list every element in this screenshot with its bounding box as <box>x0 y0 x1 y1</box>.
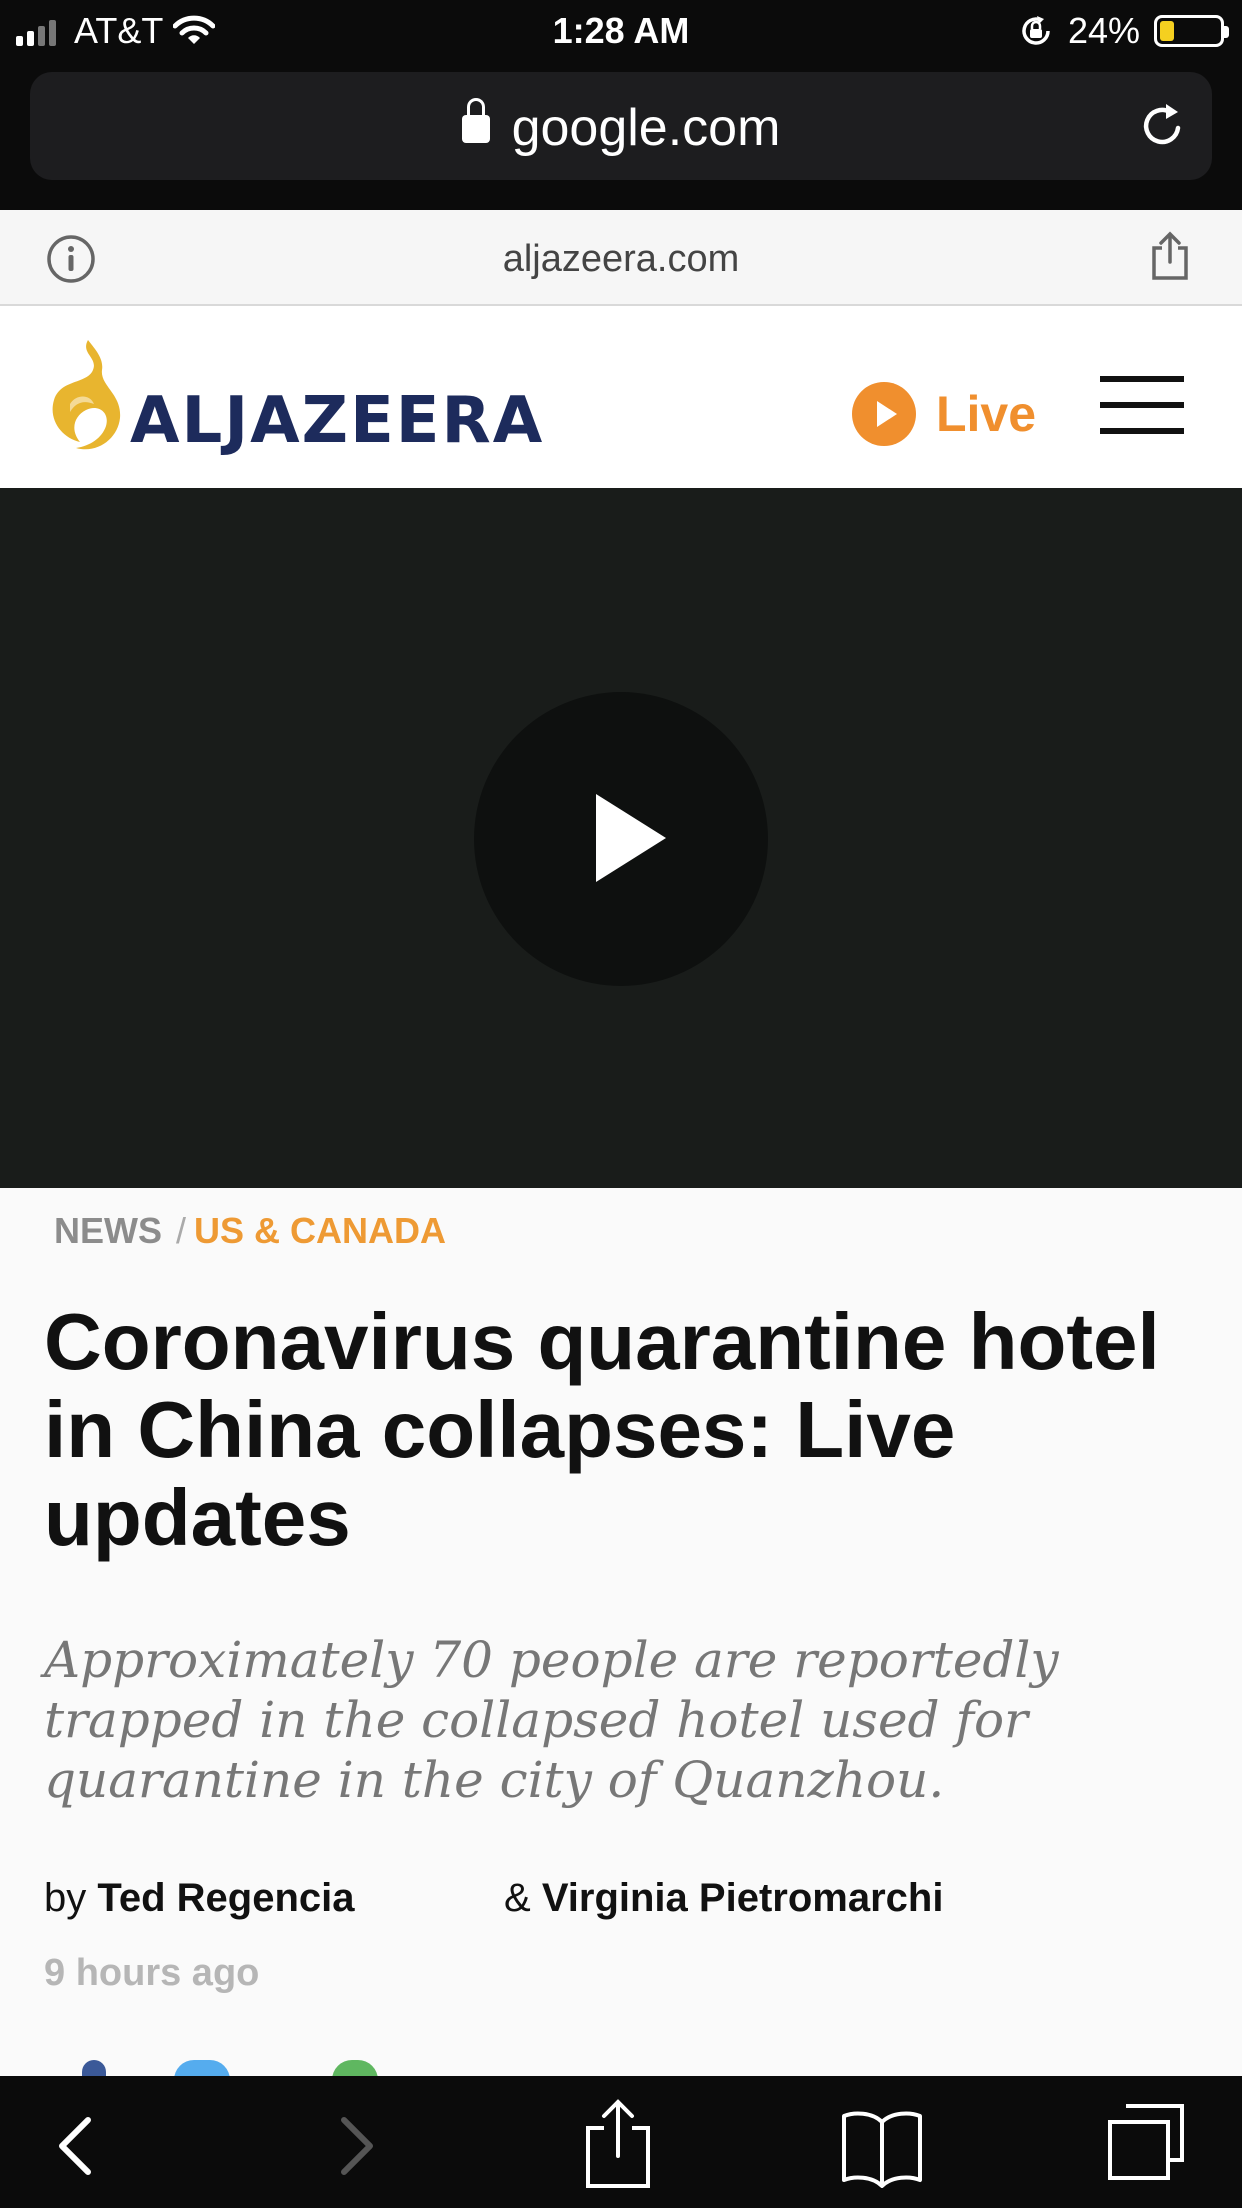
back-icon[interactable] <box>38 2106 118 2186</box>
breadcrumb-category[interactable]: US & CANADA <box>194 1210 446 1251</box>
address-bar[interactable]: google.com <box>30 72 1212 180</box>
article-headline: Coronavirus quarantine hotel in China co… <box>44 1297 1160 1562</box>
play-icon[interactable] <box>474 692 768 986</box>
video-player[interactable] <box>0 488 1242 1188</box>
status-right: 24% <box>1018 10 1229 52</box>
live-label: Live <box>936 386 1037 442</box>
browser-toolbar <box>0 2076 1242 2208</box>
play-icon <box>852 382 916 446</box>
url-text: google.com <box>511 99 781 157</box>
share-icon[interactable] <box>578 2098 658 2190</box>
byline-amp: & <box>504 1876 531 1920</box>
article-summary: Approximately 70 people are reportedly t… <box>44 1631 1059 1809</box>
orientation-lock-icon <box>1022 16 1050 45</box>
breadcrumb-news[interactable]: NEWS <box>54 1210 162 1251</box>
author-link-1[interactable]: Ted Regencia <box>97 1876 354 1920</box>
share-icon[interactable] <box>1148 230 1192 282</box>
battery-level <box>1160 21 1174 41</box>
author-2-group: & Virginia Pietromarchi <box>504 1876 943 1921</box>
hamburger-menu-icon[interactable] <box>1100 376 1184 438</box>
battery-percent: 24% <box>1067 10 1140 51</box>
logo-text[interactable]: ALJAZEERA <box>130 384 544 458</box>
author-link-2[interactable]: Virginia Pietromarchi <box>542 1876 944 1920</box>
site-domain: aljazeera.com <box>502 238 740 280</box>
battery-icon <box>1154 15 1229 47</box>
site-info-bar: aljazeera.com <box>0 210 1242 306</box>
bookmarks-icon[interactable] <box>840 2104 924 2188</box>
url-display[interactable]: google.com <box>30 98 1212 158</box>
site-header: ALJAZEERA Live <box>0 306 1242 488</box>
aljazeera-logo-icon[interactable] <box>40 334 130 464</box>
byline: by Ted Regencia & Virginia Pietromarchi <box>44 1876 1204 1921</box>
breadcrumb-separator: / <box>176 1210 187 1251</box>
reload-icon[interactable] <box>1138 102 1186 150</box>
status-bar: AT&T 1:28 AM 24% <box>0 0 1242 62</box>
lock-icon <box>461 98 490 143</box>
live-button[interactable]: Live <box>852 382 1036 446</box>
breadcrumb: NEWS / US & CANADA <box>54 1210 446 1252</box>
article-timestamp: 9 hours ago <box>44 1952 260 1994</box>
byline-by: by <box>44 1876 87 1920</box>
tabs-icon[interactable] <box>1106 2102 1186 2182</box>
forward-icon[interactable] <box>314 2106 394 2186</box>
